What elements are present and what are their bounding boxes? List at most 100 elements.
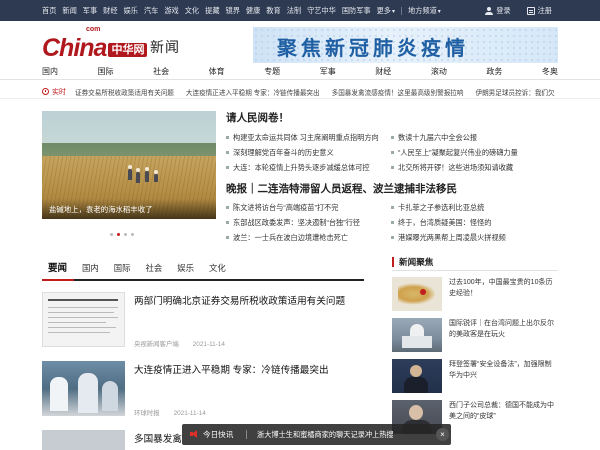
top-nav-item[interactable]: 教育 — [266, 6, 280, 16]
top-nav-item[interactable]: 法制 — [287, 6, 301, 16]
top-nav-item[interactable]: 游戏 — [164, 6, 178, 16]
site-logo[interactable]: China com 中华网 — [42, 26, 148, 61]
carousel-dot[interactable] — [131, 233, 134, 236]
feed-title[interactable]: 多国暴发禽 — [134, 431, 182, 445]
focus-text[interactable]: 西门子公司总裁：德国不能成为中美之间的“皮球” — [449, 400, 558, 422]
feed-thumbnail[interactable] — [42, 430, 125, 450]
top-nav-more[interactable]: 更多▾ — [377, 6, 395, 16]
top-nav-item[interactable]: 镜界 — [226, 6, 240, 16]
main-nav-item[interactable]: 专题 — [264, 66, 280, 77]
register-link[interactable]: 注册 — [526, 6, 552, 16]
headline-item[interactable]: 港媒曝光两黑帮上周凌晨火拼视频 — [391, 230, 506, 245]
focus-thumbnail[interactable] — [392, 277, 442, 311]
focus-thumbnail[interactable] — [392, 359, 442, 393]
headline-item[interactable]: “人民至上”凝聚起复兴伟业的磅礴力量 — [391, 145, 518, 160]
headline-title[interactable]: 请人民阅卷！ — [226, 110, 289, 125]
focus-text[interactable]: 国际锐评｜在台湾问题上出尔反尔的美政客是在玩火 — [449, 318, 558, 340]
ticker-item[interactable]: 多国暴发禽流感疫情！这里最高级别警报拉响 — [332, 87, 464, 97]
login-link[interactable]: 登录 — [485, 6, 511, 16]
main-nav-item[interactable]: 滚动 — [431, 66, 447, 77]
ticker-item[interactable]: 证券交易所税收政策适用有关问题 — [75, 87, 174, 97]
feed-source: 央视新闻客户端 — [134, 341, 179, 348]
ticker-label: 实时 — [42, 84, 66, 99]
headline-item[interactable]: 波兰：一士兵在波白边境遭枪击死亡 — [226, 230, 360, 245]
chevron-down-icon: ▾ — [392, 8, 396, 15]
tab-domestic[interactable]: 国内 — [76, 262, 105, 279]
feed-title[interactable]: 两部门明确北京证券交易所税收政策适用有关问题 — [134, 293, 345, 307]
headline-item[interactable]: 东部战区政委发声：坚决遏制“台独”行径 — [226, 215, 360, 230]
top-nav-item[interactable]: 首页 — [42, 6, 56, 16]
main-nav-item[interactable]: 社会 — [153, 66, 169, 77]
focus-thumbnail[interactable] — [392, 318, 442, 352]
feed-title[interactable]: 大连疫情正进入平稳期 专家：冷链传播最突出 — [134, 362, 329, 376]
doc-line — [48, 312, 114, 313]
medic-figure — [50, 377, 68, 411]
headline-item[interactable]: 终于，台湾质疑美国：怪怪的 — [391, 215, 506, 230]
top-nav-item[interactable]: 健康 — [246, 6, 260, 16]
tab-entertainment[interactable]: 娱乐 — [171, 262, 200, 279]
top-nav-item[interactable]: 财经 — [103, 6, 117, 16]
doc-line — [48, 327, 116, 328]
top-nav-item[interactable]: 军事 — [83, 6, 97, 16]
carousel-dot[interactable] — [124, 233, 127, 236]
headline-item[interactable]: 大连：本轮疫情上升势头逐步减缓总体可控 — [226, 160, 379, 175]
ticker-item[interactable]: 伊朗男足球员控诉：我们欠 — [476, 87, 555, 97]
main-nav-item[interactable]: 政务 — [486, 66, 502, 77]
main-nav-item[interactable]: 冬奥 — [542, 66, 558, 77]
flash-label: 今日快讯 — [203, 430, 234, 439]
feed-item[interactable]: 两部门明确北京证券交易所税收政策适用有关问题 央视新闻客户端 2021-11-14 — [42, 292, 364, 352]
carousel-dot[interactable] — [110, 233, 113, 236]
covid-banner[interactable]: 聚焦新冠肺炎疫情 — [253, 27, 558, 63]
tab-society[interactable]: 社会 — [140, 262, 169, 279]
focus-text[interactable]: 过去100年，中国最宝贵的10条历史经验！ — [449, 277, 558, 299]
slide-caption: 盐碱地上，袁老的海水稻丰收了 — [49, 205, 153, 214]
divider — [392, 270, 558, 271]
headline-item[interactable]: 卡扎菲之子参选利比亚总统 — [391, 200, 506, 215]
evening-list-left: 陈文进将访台与“高端疫苗”打不完 东部战区政委发声：坚决遏制“台独”行径 波兰：… — [226, 200, 360, 245]
tab-top-news[interactable]: 要闻 — [42, 260, 73, 279]
headline-item[interactable]: 深刻理解党百年奋斗的历史意义 — [226, 145, 379, 160]
carousel-slide[interactable]: 盐碱地上，袁老的海水稻丰收了 — [42, 111, 216, 219]
top-nav-item[interactable]: 守艺中华 — [307, 6, 336, 16]
top-nav-local[interactable]: 地方频道▾ — [408, 6, 441, 16]
focus-text[interactable]: 拜登签署“安全设备法”，加强限制华为中兴 — [449, 359, 558, 381]
doc-line — [48, 332, 110, 333]
doc-line — [48, 322, 106, 323]
evening-list-right: 卡扎菲之子参选利比亚总统 终于，台湾质疑美国：怪怪的 港媒曝光两黑帮上周凌晨火拼… — [391, 200, 506, 245]
feed-thumbnail[interactable] — [42, 361, 125, 416]
headline-item[interactable]: 陈文进将访台与“高端疫苗”打不完 — [226, 200, 360, 215]
feed-thumbnail[interactable] — [42, 292, 125, 347]
main-nav-item[interactable]: 财经 — [375, 66, 391, 77]
active-tab-indicator — [42, 279, 74, 281]
top-nav-item[interactable]: 娱乐 — [124, 6, 138, 16]
flash-text[interactable]: 浙大博士生和蜜橘商家的聊天记录冲上热搜 — [257, 424, 394, 445]
top-nav-item[interactable]: 汽车 — [144, 6, 158, 16]
main-nav-item[interactable]: 军事 — [320, 66, 336, 77]
top-nav-item[interactable]: 新闻 — [62, 6, 76, 16]
logo-chinese: 中华网 — [108, 43, 148, 57]
headline-item[interactable]: 数读十九届六中全会公报 — [391, 130, 518, 145]
close-icon[interactable]: × — [436, 428, 449, 441]
main-nav-item[interactable]: 国内 — [42, 66, 58, 77]
user-icon — [485, 6, 494, 15]
tab-international[interactable]: 国际 — [108, 262, 137, 279]
headline-item[interactable]: 构建亚太命运共同体 习主席阐明重点指明方向 — [226, 130, 379, 145]
evening-report-title[interactable]: 晚报｜二连浩特滞留人员返程、波兰逮捕非法移民 — [226, 181, 457, 196]
focus-item[interactable]: 国际锐评｜在台湾问题上出尔反尔的美政客是在玩火 — [392, 318, 558, 356]
top-nav-item[interactable]: 文化 — [185, 6, 199, 16]
tab-culture[interactable]: 文化 — [203, 262, 232, 279]
focus-item[interactable]: 拜登签署“安全设备法”，加强限制华为中兴 — [392, 359, 558, 397]
feed-item[interactable]: 大连疫情正进入平稳期 专家：冷链传播最突出 环球时报 2021-11-14 — [42, 361, 364, 421]
news-focus-title: 新闻聚焦 — [392, 257, 433, 267]
top-bar: 首页 新闻 军事 财经 娱乐 汽车 游戏 文化 提藏 镜界 健康 教育 法制 守… — [0, 0, 600, 21]
top-nav-item[interactable]: 提藏 — [205, 6, 219, 16]
ticker-item[interactable]: 大连疫情正进入平稳期 专家：冷链传播最突出 — [186, 87, 320, 97]
main-nav-item[interactable]: 国际 — [98, 66, 114, 77]
focus-item[interactable]: 过去100年，中国最宝贵的10条历史经验！ — [392, 277, 558, 315]
carousel-dot-active[interactable] — [117, 233, 120, 236]
main-nav-item[interactable]: 体育 — [209, 66, 225, 77]
flash-news-bar[interactable]: 今日快讯 浙大博士生和蜜橘商家的聊天记录冲上热搜 — [182, 424, 451, 445]
top-nav-item[interactable]: 国防军事 — [342, 6, 371, 16]
speaker-icon — [190, 430, 199, 438]
headline-item[interactable]: 北交所将开锣！这些进场须知请收藏 — [391, 160, 518, 175]
